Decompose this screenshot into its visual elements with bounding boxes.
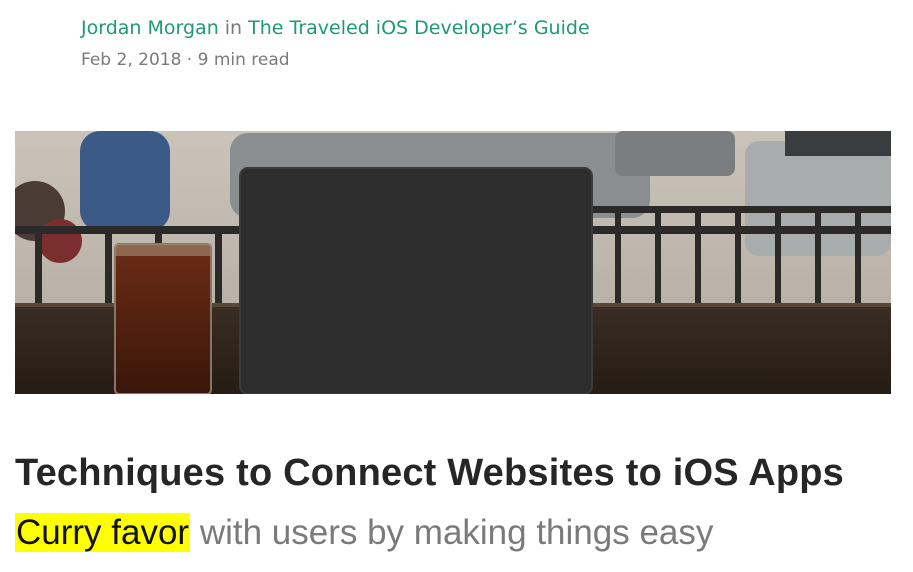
subtitle-highlight: Curry favor <box>15 513 191 552</box>
post-meta: Feb 2, 2018 · 9 min read <box>81 50 290 70</box>
article-subtitle: Curry favor with users by making things … <box>15 513 713 553</box>
subtitle-rest: with users by making things easy <box>190 513 714 552</box>
byline: Jordan Morgan in The Traveled iOS Develo… <box>81 17 590 39</box>
hero-image <box>15 131 891 394</box>
publication-link[interactable]: The Traveled iOS Developer’s Guide <box>248 17 589 39</box>
byline-connector: in <box>224 17 243 39</box>
meta-separator: · <box>186 50 193 70</box>
post-date: Feb 2, 2018 <box>81 50 182 70</box>
author-link[interactable]: Jordan Morgan <box>81 17 219 39</box>
hero-photo-illustration <box>15 131 891 394</box>
article-title: Techniques to Connect Websites to iOS Ap… <box>15 452 844 494</box>
read-time: 9 min read <box>197 50 290 70</box>
